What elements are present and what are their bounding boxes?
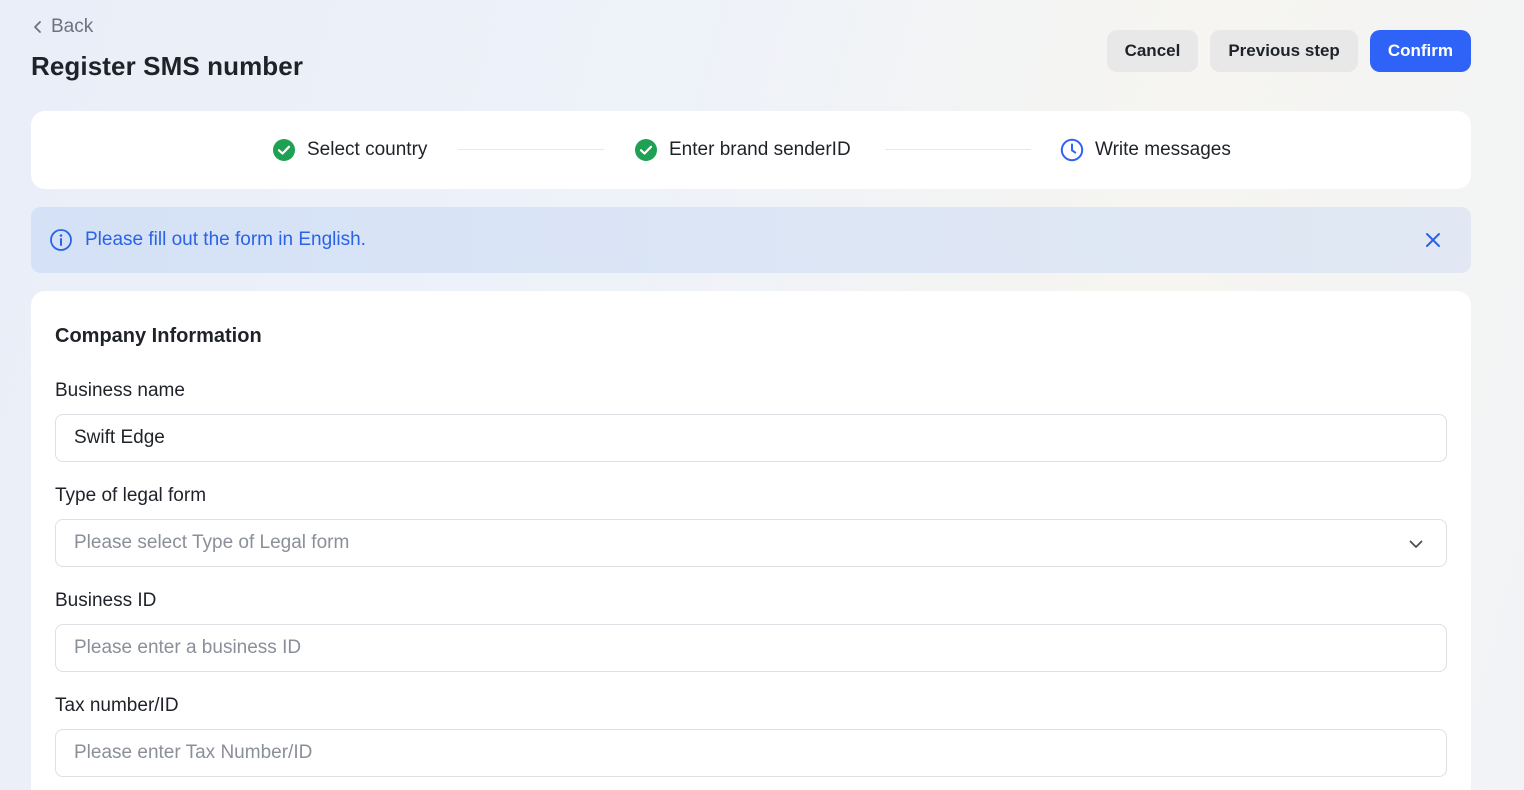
section-title: Company Information — [55, 325, 262, 347]
previous-step-button[interactable]: Previous step — [1210, 30, 1358, 72]
clock-icon — [1060, 138, 1084, 162]
info-icon — [50, 229, 72, 251]
step-enter-brand-senderid: Enter brand senderID — [634, 111, 851, 189]
step-label: Select country — [307, 139, 428, 160]
business-name-input[interactable] — [55, 414, 1447, 462]
step-write-messages: Write messages — [1060, 111, 1231, 189]
step-label: Enter brand senderID — [669, 139, 851, 160]
chevron-left-icon — [34, 21, 41, 33]
tax-number-label: Tax number/ID — [55, 695, 179, 716]
banner-text: Please fill out the form in English. — [85, 229, 366, 250]
check-circle-icon — [273, 139, 295, 161]
header-actions: Cancel Previous step Confirm — [1106, 30, 1471, 72]
back-link[interactable]: Back — [31, 15, 93, 39]
info-banner: Please fill out the form in English. — [31, 207, 1471, 273]
confirm-button[interactable]: Confirm — [1369, 30, 1471, 72]
cancel-button[interactable]: Cancel — [1106, 30, 1199, 72]
stepper: Select country Enter brand senderID Writ… — [31, 111, 1471, 189]
step-select-country: Select country — [272, 111, 427, 189]
business-name-label: Business name — [55, 380, 185, 401]
chevron-down-icon — [1409, 540, 1423, 548]
company-info-form: Company Information Business name Type o… — [31, 291, 1471, 790]
step-connector — [458, 149, 604, 150]
legal-form-select[interactable]: Please select Type of Legal form — [55, 519, 1447, 567]
legal-form-placeholder: Please select Type of Legal form — [74, 532, 350, 553]
page-title: Register SMS number — [31, 51, 304, 81]
business-id-input[interactable] — [55, 624, 1447, 672]
step-label: Write messages — [1095, 139, 1231, 160]
check-circle-icon — [635, 139, 657, 161]
tax-number-input[interactable] — [55, 729, 1447, 777]
step-connector — [885, 149, 1031, 150]
back-label: Back — [51, 16, 94, 37]
legal-form-label: Type of legal form — [55, 485, 207, 506]
close-icon[interactable] — [1423, 230, 1443, 250]
business-id-label: Business ID — [55, 590, 157, 611]
